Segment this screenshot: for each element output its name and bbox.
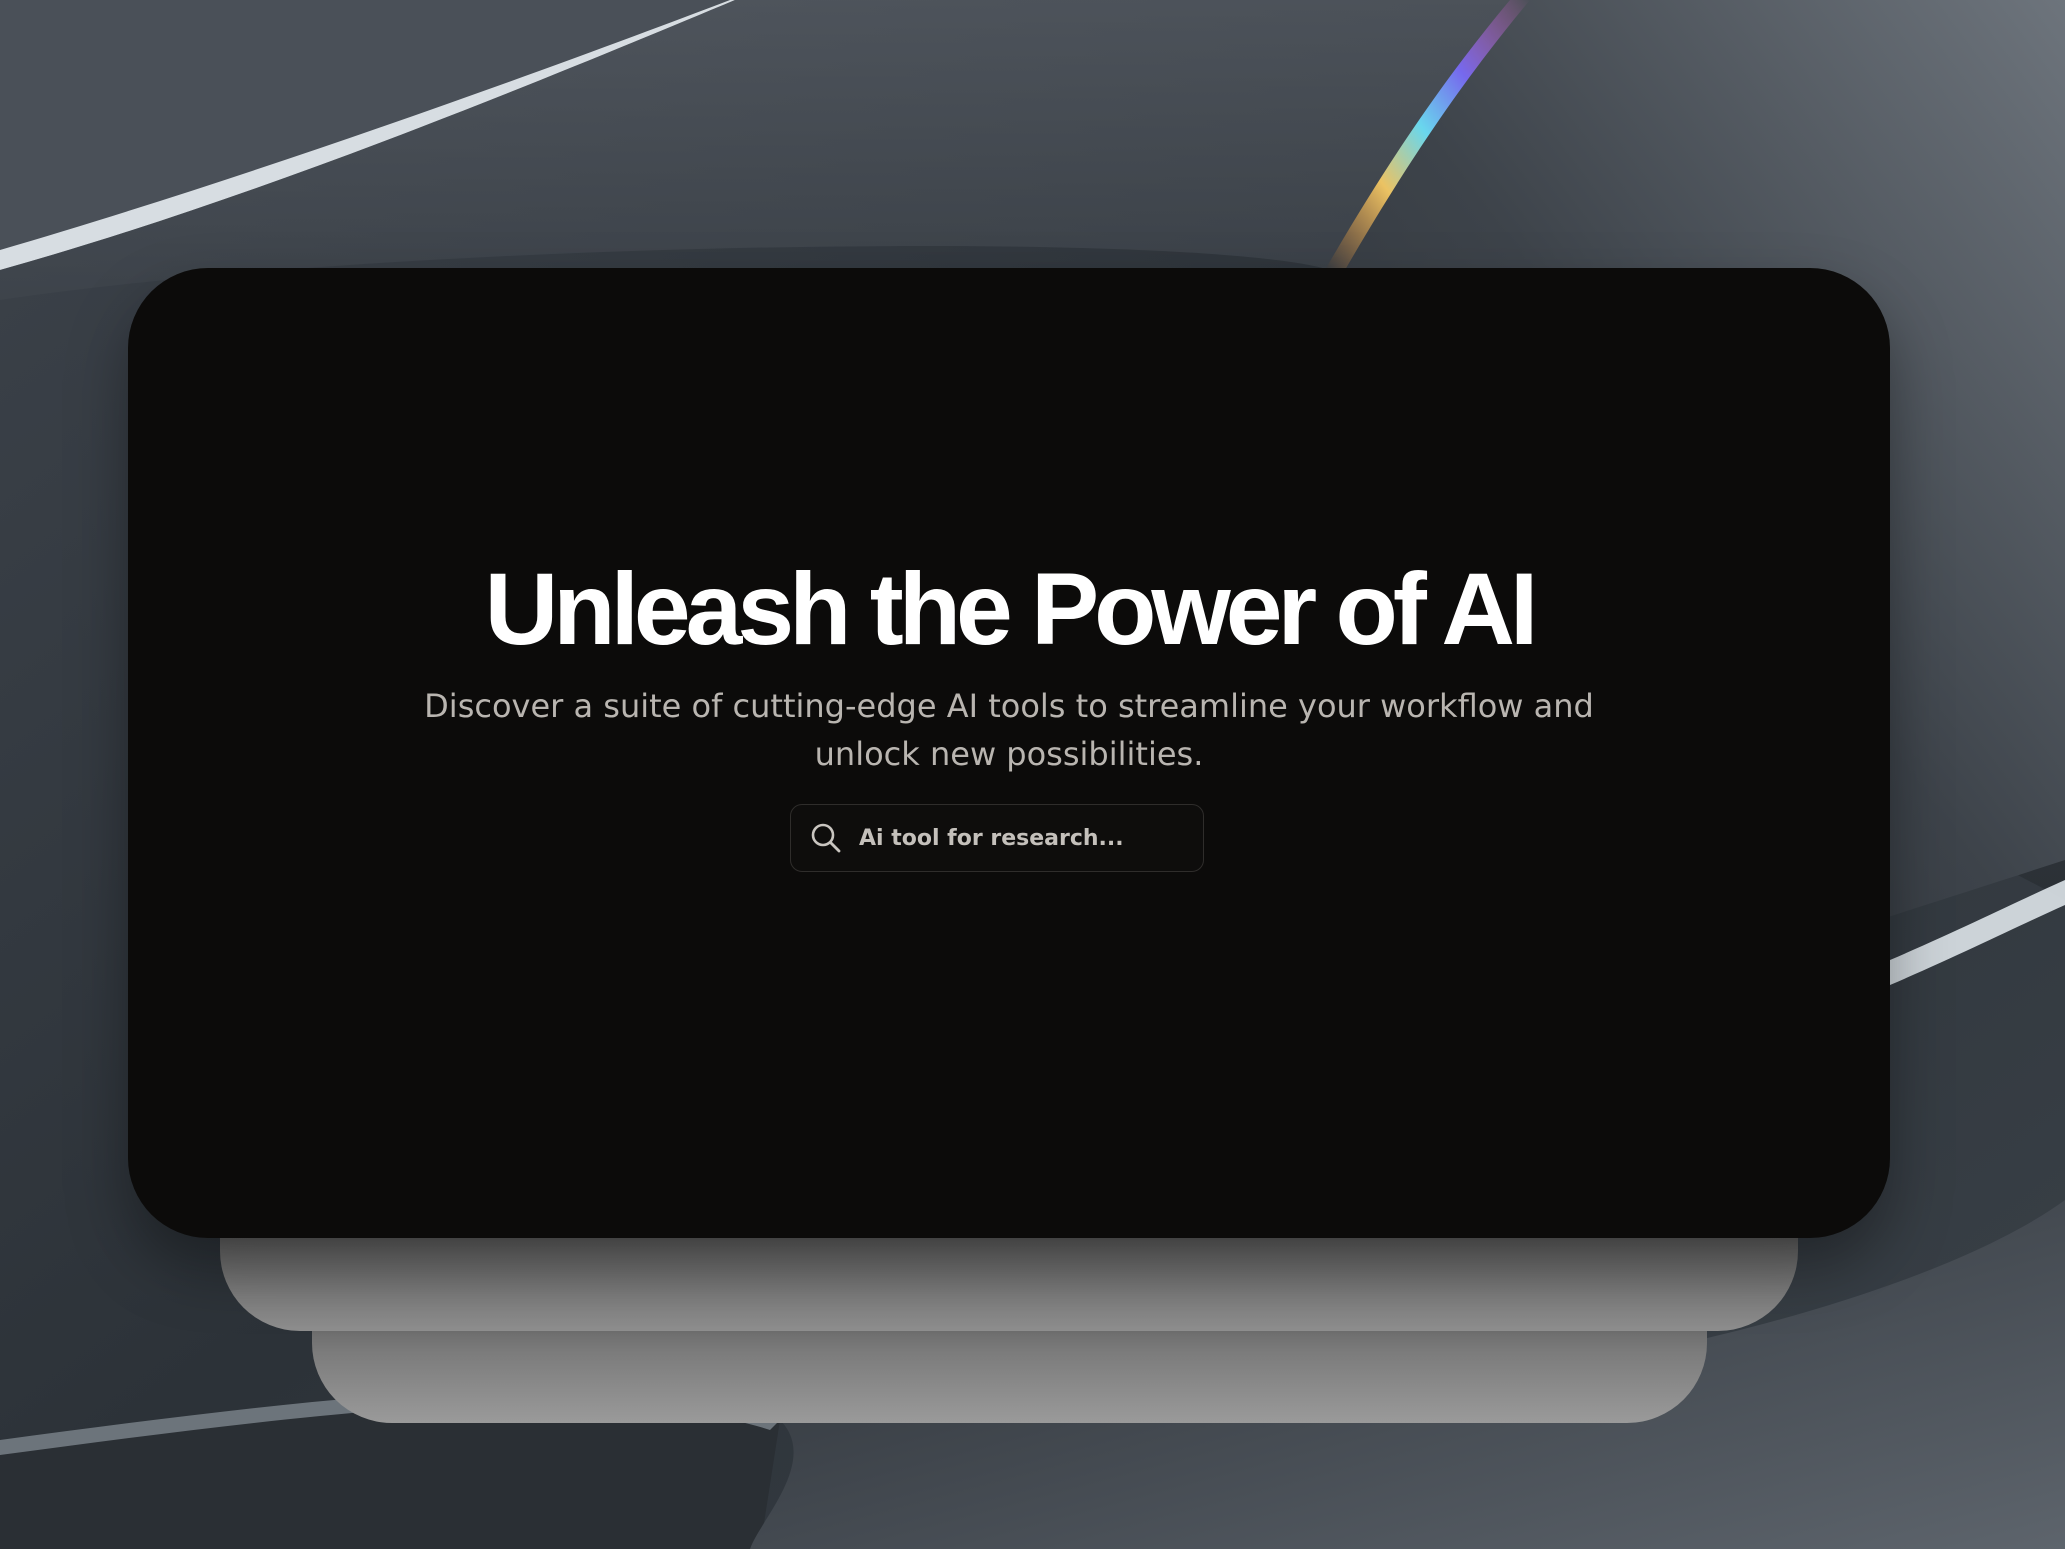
hero-title: Unleash the Power of AI [484, 552, 1539, 666]
search-input[interactable] [859, 825, 1189, 851]
hero-section: Unleash the Power of AI Discover a suite… [128, 268, 1890, 1238]
search-icon[interactable] [809, 821, 843, 855]
search-bar[interactable] [790, 804, 1204, 872]
hero-subtitle: Discover a suite of cutting-edge AI tool… [424, 687, 1594, 773]
hero-card: Unleash the Power of AI Discover a suite… [128, 268, 1890, 1238]
